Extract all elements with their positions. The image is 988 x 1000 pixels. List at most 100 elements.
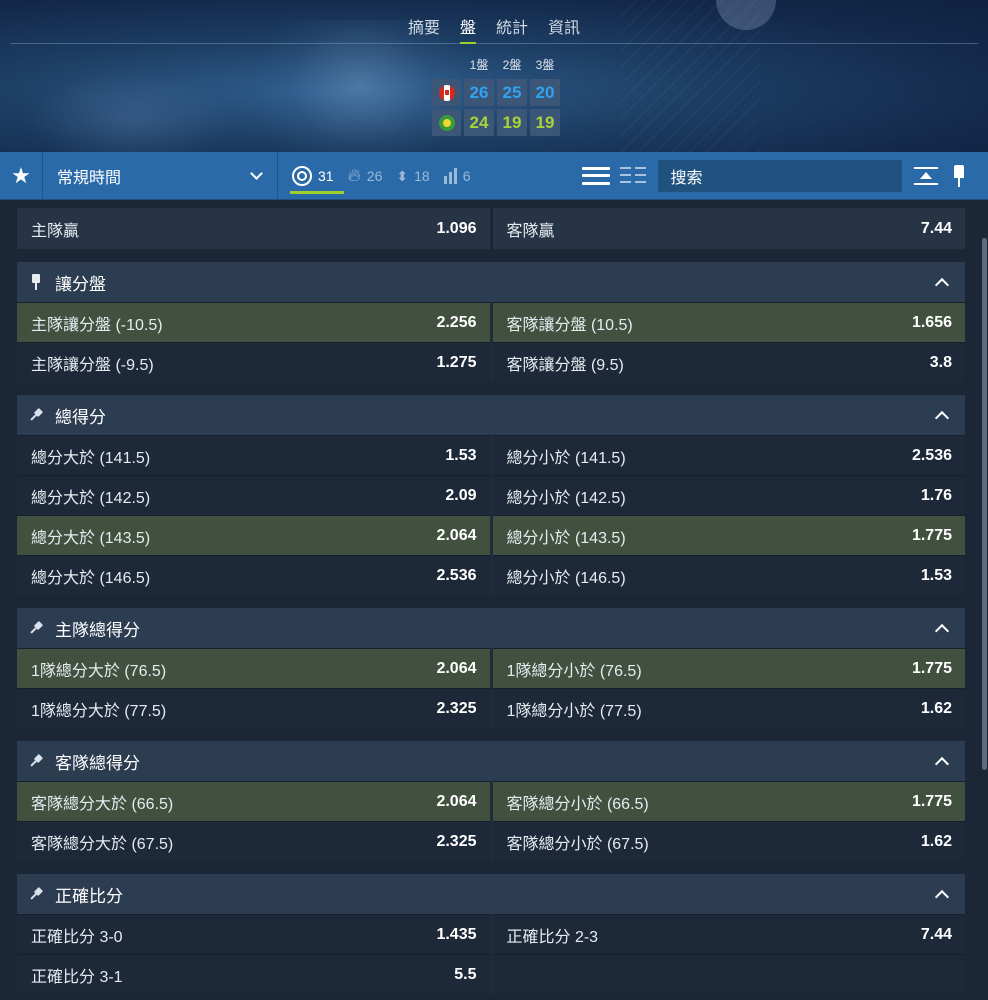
player-background-image-left bbox=[30, 70, 230, 152]
odds-button[interactable]: 總分大於 (142.5) 2.09 bbox=[17, 475, 490, 515]
odds-label: 1隊總分大於 (76.5) bbox=[31, 662, 167, 680]
match-tabs: 摘要 盤 統計 資訊 bbox=[0, 0, 988, 44]
odds-button[interactable]: 1隊總分小於 (77.5) 1.62 bbox=[492, 688, 965, 728]
odds-button[interactable]: 客隊讓分盤 (10.5) 1.656 bbox=[492, 302, 965, 342]
odds-label: 客隊總分大於 (67.5) bbox=[31, 835, 174, 853]
chevron-down-icon bbox=[250, 166, 263, 180]
odds-button[interactable]: 1隊總分小於 (76.5) 1.775 bbox=[492, 648, 965, 688]
list-view-icon[interactable] bbox=[582, 165, 611, 187]
odds-button[interactable]: 客隊總分大於 (67.5) 2.325 bbox=[17, 821, 490, 861]
filter-popular-markets[interactable]: 🔥︎ 26 bbox=[348, 152, 393, 200]
odds-value: 1.096 bbox=[436, 219, 477, 237]
odds-value: 1.53 bbox=[920, 566, 952, 584]
home-set-score: 20 bbox=[530, 79, 560, 106]
tab-info[interactable]: 資訊 bbox=[538, 0, 590, 44]
favorite-star-icon[interactable]: ★ bbox=[0, 152, 42, 200]
filter-handicap-markets[interactable]: ⬍ 18 bbox=[396, 152, 439, 200]
odds-row: 1隊總分大於 (77.5) 2.325 1隊總分小於 (77.5) 1.62 bbox=[17, 688, 965, 728]
home-set-score: 26 bbox=[464, 79, 494, 106]
pin-filled-icon[interactable] bbox=[29, 274, 43, 290]
market-away-total: 客隊總得分 客隊總分大於 (66.5) 2.064 客隊總分小於 (66.5) 1.77… bbox=[17, 741, 965, 861]
odds-row: 正確比分 3-1 5.5 bbox=[17, 954, 965, 994]
market-header[interactable]: 主隊總得分 bbox=[17, 608, 965, 648]
chevron-up-icon[interactable] bbox=[934, 756, 950, 772]
market-handicap: 讓分盤 主隊讓分盤 (-10.5) 2.256 客隊讓分盤 (10.5) 1.656 主隊… bbox=[17, 262, 965, 382]
target-icon bbox=[292, 165, 312, 186]
pin-icon[interactable] bbox=[29, 886, 43, 902]
away-win-odds[interactable]: 客隊贏 7.44 bbox=[492, 208, 965, 249]
filter-stats-markets[interactable]: 6 bbox=[443, 152, 481, 200]
odds-row: 客隊總分大於 (66.5) 2.064 客隊總分小於 (66.5) 1.775 bbox=[17, 781, 965, 821]
scoreboard: 1盤 2盤 3盤 26 25 20 24 19 19 bbox=[432, 56, 560, 136]
odds-value: 2.325 bbox=[436, 699, 477, 717]
pin-icon[interactable] bbox=[29, 407, 43, 423]
odds-button[interactable]: 總分小於 (143.5) 1.775 bbox=[492, 515, 965, 555]
match-hero-banner: 摘要 盤 統計 資訊 1盤 2盤 3盤 26 25 20 24 19 19 bbox=[0, 0, 988, 152]
odds-value: 1.775 bbox=[911, 792, 952, 810]
period-dropdown[interactable]: 常規時間 bbox=[42, 151, 278, 200]
odds-button[interactable]: 1隊總分大於 (76.5) 2.064 bbox=[17, 648, 490, 688]
market-odds-list: 總分大於 (141.5) 1.53 總分小於 (141.5) 2.536 總分大於 (1… bbox=[17, 435, 965, 595]
odds-button[interactable]: 總分大於 (141.5) 1.53 bbox=[17, 435, 490, 475]
odds-row: 總分大於 (142.5) 2.09 總分小於 (142.5) 1.76 bbox=[17, 475, 965, 515]
odds-button[interactable]: 主隊讓分盤 (-9.5) 1.275 bbox=[17, 342, 490, 382]
empty-odds-cell bbox=[492, 954, 965, 994]
market-header[interactable]: 總得分 bbox=[17, 395, 965, 435]
odds-label: 客隊讓分盤 (10.5) bbox=[506, 316, 633, 334]
market-header[interactable]: 客隊總得分 bbox=[17, 741, 965, 781]
odds-button[interactable]: 總分小於 (141.5) 2.536 bbox=[492, 435, 965, 475]
home-team-scores: 26 25 20 bbox=[432, 79, 560, 106]
search-input[interactable]: 搜索 bbox=[658, 159, 903, 192]
odds-button[interactable]: 客隊總分小於 (66.5) 1.775 bbox=[492, 781, 965, 821]
markets-toolbar: ★ 常規時間 31 🔥︎ 26 ⬍ 18 6 搜索 bbox=[0, 151, 988, 200]
tab-stats[interactable]: 統計 bbox=[486, 0, 538, 44]
chevron-up-icon[interactable] bbox=[934, 277, 950, 293]
scrollbar[interactable] bbox=[982, 238, 987, 770]
tab-summary[interactable]: 摘要 bbox=[398, 0, 450, 44]
odds-button[interactable]: 總分小於 (146.5) 1.53 bbox=[492, 555, 965, 595]
chevron-up-icon[interactable] bbox=[934, 623, 950, 639]
pin-icon[interactable] bbox=[952, 163, 966, 189]
odds-button[interactable]: 正確比分 2-3 7.44 bbox=[492, 914, 965, 954]
filter-count: 31 bbox=[318, 167, 334, 184]
market-odds-list: 正確比分 3-0 1.435 正確比分 2-3 7.44 正確比分 3-1 5.5 bbox=[17, 914, 965, 994]
away-set-score: 24 bbox=[464, 109, 494, 136]
pin-icon[interactable] bbox=[29, 620, 43, 636]
market-title: 正確比分 bbox=[55, 886, 123, 906]
odds-row: 1隊總分大於 (76.5) 2.064 1隊總分小於 (76.5) 1.775 bbox=[17, 648, 965, 688]
chevron-up-icon[interactable] bbox=[934, 410, 950, 426]
odds-value: 2.064 bbox=[436, 659, 477, 677]
odds-button[interactable]: 正確比分 3-1 5.5 bbox=[17, 954, 490, 994]
filter-count: 26 bbox=[366, 167, 383, 184]
home-win-odds[interactable]: 主隊贏 1.096 bbox=[17, 208, 490, 249]
odds-label: 總分小於 (142.5) bbox=[506, 489, 626, 507]
match-winner-row: 主隊贏 1.096 客隊贏 7.44 bbox=[17, 208, 965, 249]
odds-button[interactable]: 主隊讓分盤 (-10.5) 2.256 bbox=[17, 302, 490, 342]
odds-button[interactable]: 總分大於 (143.5) 2.064 bbox=[17, 515, 490, 555]
odds-label: 1隊總分大於 (77.5) bbox=[31, 702, 167, 720]
grid-view-icon[interactable] bbox=[620, 166, 647, 185]
market-header[interactable]: 正確比分 bbox=[17, 874, 965, 914]
market-title: 主隊總得分 bbox=[55, 620, 140, 640]
odds-value: 2.064 bbox=[436, 792, 477, 810]
set-label-3: 3盤 bbox=[535, 58, 555, 72]
odds-label: 總分小於 (141.5) bbox=[506, 449, 626, 467]
filter-all-markets[interactable]: 31 bbox=[290, 152, 344, 200]
pin-icon[interactable] bbox=[29, 753, 43, 769]
odds-button[interactable]: 正確比分 3-0 1.435 bbox=[17, 914, 490, 954]
odds-label: 正確比分 3-1 bbox=[31, 968, 123, 986]
odds-label: 總分小於 (143.5) bbox=[506, 529, 626, 547]
odds-button[interactable]: 1隊總分大於 (77.5) 2.325 bbox=[17, 688, 490, 728]
odds-button[interactable]: 總分大於 (146.5) 2.536 bbox=[17, 555, 490, 595]
markets-list: 主隊贏 1.096 客隊贏 7.44 讓分盤 主隊讓分盤 (-10.5) 2.256… bbox=[17, 208, 965, 994]
odds-button[interactable]: 客隊讓分盤 (9.5) 3.8 bbox=[492, 342, 965, 382]
odds-value: 5.5 bbox=[454, 965, 477, 983]
market-header[interactable]: 讓分盤 bbox=[17, 262, 965, 302]
odds-button[interactable]: 總分小於 (142.5) 1.76 bbox=[492, 475, 965, 515]
odds-button[interactable]: 客隊總分大於 (66.5) 2.064 bbox=[17, 781, 490, 821]
odds-label: 總分小於 (146.5) bbox=[506, 569, 626, 587]
collapse-all-icon[interactable] bbox=[912, 165, 940, 187]
chevron-up-icon[interactable] bbox=[934, 889, 950, 905]
odds-button[interactable]: 客隊總分小於 (67.5) 1.62 bbox=[492, 821, 965, 861]
tab-markets[interactable]: 盤 bbox=[450, 0, 486, 44]
